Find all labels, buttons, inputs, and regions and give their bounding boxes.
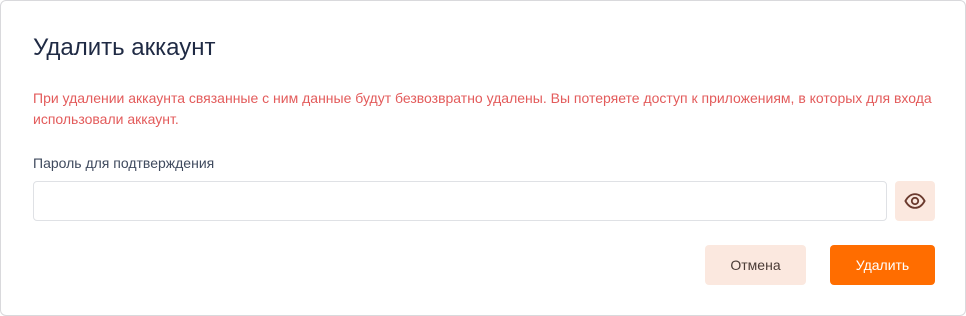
dialog-title: Удалить аккаунт xyxy=(33,34,216,61)
password-label: Пароль для подтверждения xyxy=(33,155,215,171)
delete-button[interactable]: Удалить xyxy=(830,245,935,285)
warning-message: При удалении аккаунта связанные с ним да… xyxy=(33,90,932,127)
password-input[interactable] xyxy=(33,181,887,221)
delete-account-dialog: Удалить аккаунт При удалении аккаунта св… xyxy=(0,0,966,316)
eye-icon xyxy=(904,190,926,212)
toggle-password-visibility-button[interactable] xyxy=(895,181,935,221)
cancel-button[interactable]: Отмена xyxy=(705,245,806,285)
